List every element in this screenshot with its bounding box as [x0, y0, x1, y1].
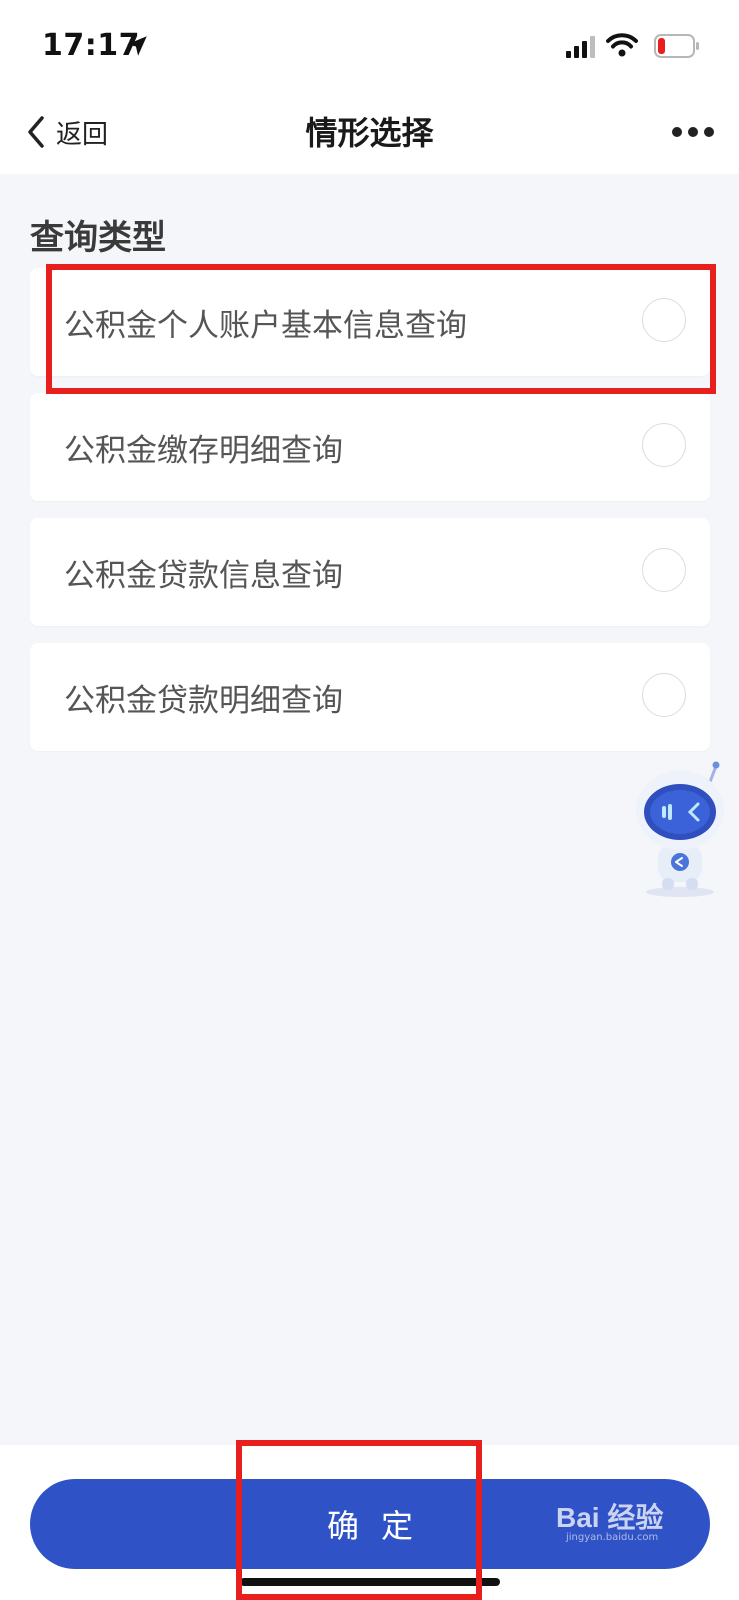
option-loan-info[interactable]: 公积金贷款信息查询: [30, 518, 710, 626]
cellular-signal-icon: [566, 36, 595, 58]
wifi-icon: [606, 33, 638, 57]
radio-button[interactable]: [642, 423, 686, 467]
radio-button[interactable]: [642, 548, 686, 592]
bottom-bar: 确定: [0, 1445, 739, 1600]
more-icon[interactable]: [669, 112, 717, 152]
robot-icon[interactable]: [632, 760, 728, 900]
option-label: 公积金贷款明细查询: [64, 683, 343, 719]
confirm-button[interactable]: 确定: [30, 1479, 710, 1569]
home-indicator: [240, 1578, 500, 1586]
radio-button[interactable]: [642, 298, 686, 342]
query-type-options: 公积金个人账户基本信息查询 公积金缴存明细查询 公积金贷款信息查询 公积金贷款明…: [30, 268, 710, 768]
section-title: 查询类型: [30, 218, 166, 258]
screen: 17:17 返回 情形选择 查询类型 公积金个人账户基本信息查询 公积金缴存明细…: [0, 0, 739, 1600]
battery-icon: [654, 34, 699, 58]
page-title: 情形选择: [305, 114, 434, 152]
navigation-bar: 返回 情形选择: [0, 90, 739, 174]
option-deposit-details[interactable]: 公积金缴存明细查询: [30, 393, 710, 501]
status-bar: 17:17: [0, 0, 739, 90]
option-label: 公积金缴存明细查询: [64, 433, 343, 469]
option-account-basic-info[interactable]: 公积金个人账户基本信息查询: [30, 268, 710, 376]
location-arrow-icon: [127, 36, 147, 56]
radio-button[interactable]: [642, 673, 686, 717]
option-label: 公积金个人账户基本信息查询: [64, 308, 467, 344]
option-loan-details[interactable]: 公积金贷款明细查询: [30, 643, 710, 751]
option-label: 公积金贷款信息查询: [64, 558, 343, 594]
